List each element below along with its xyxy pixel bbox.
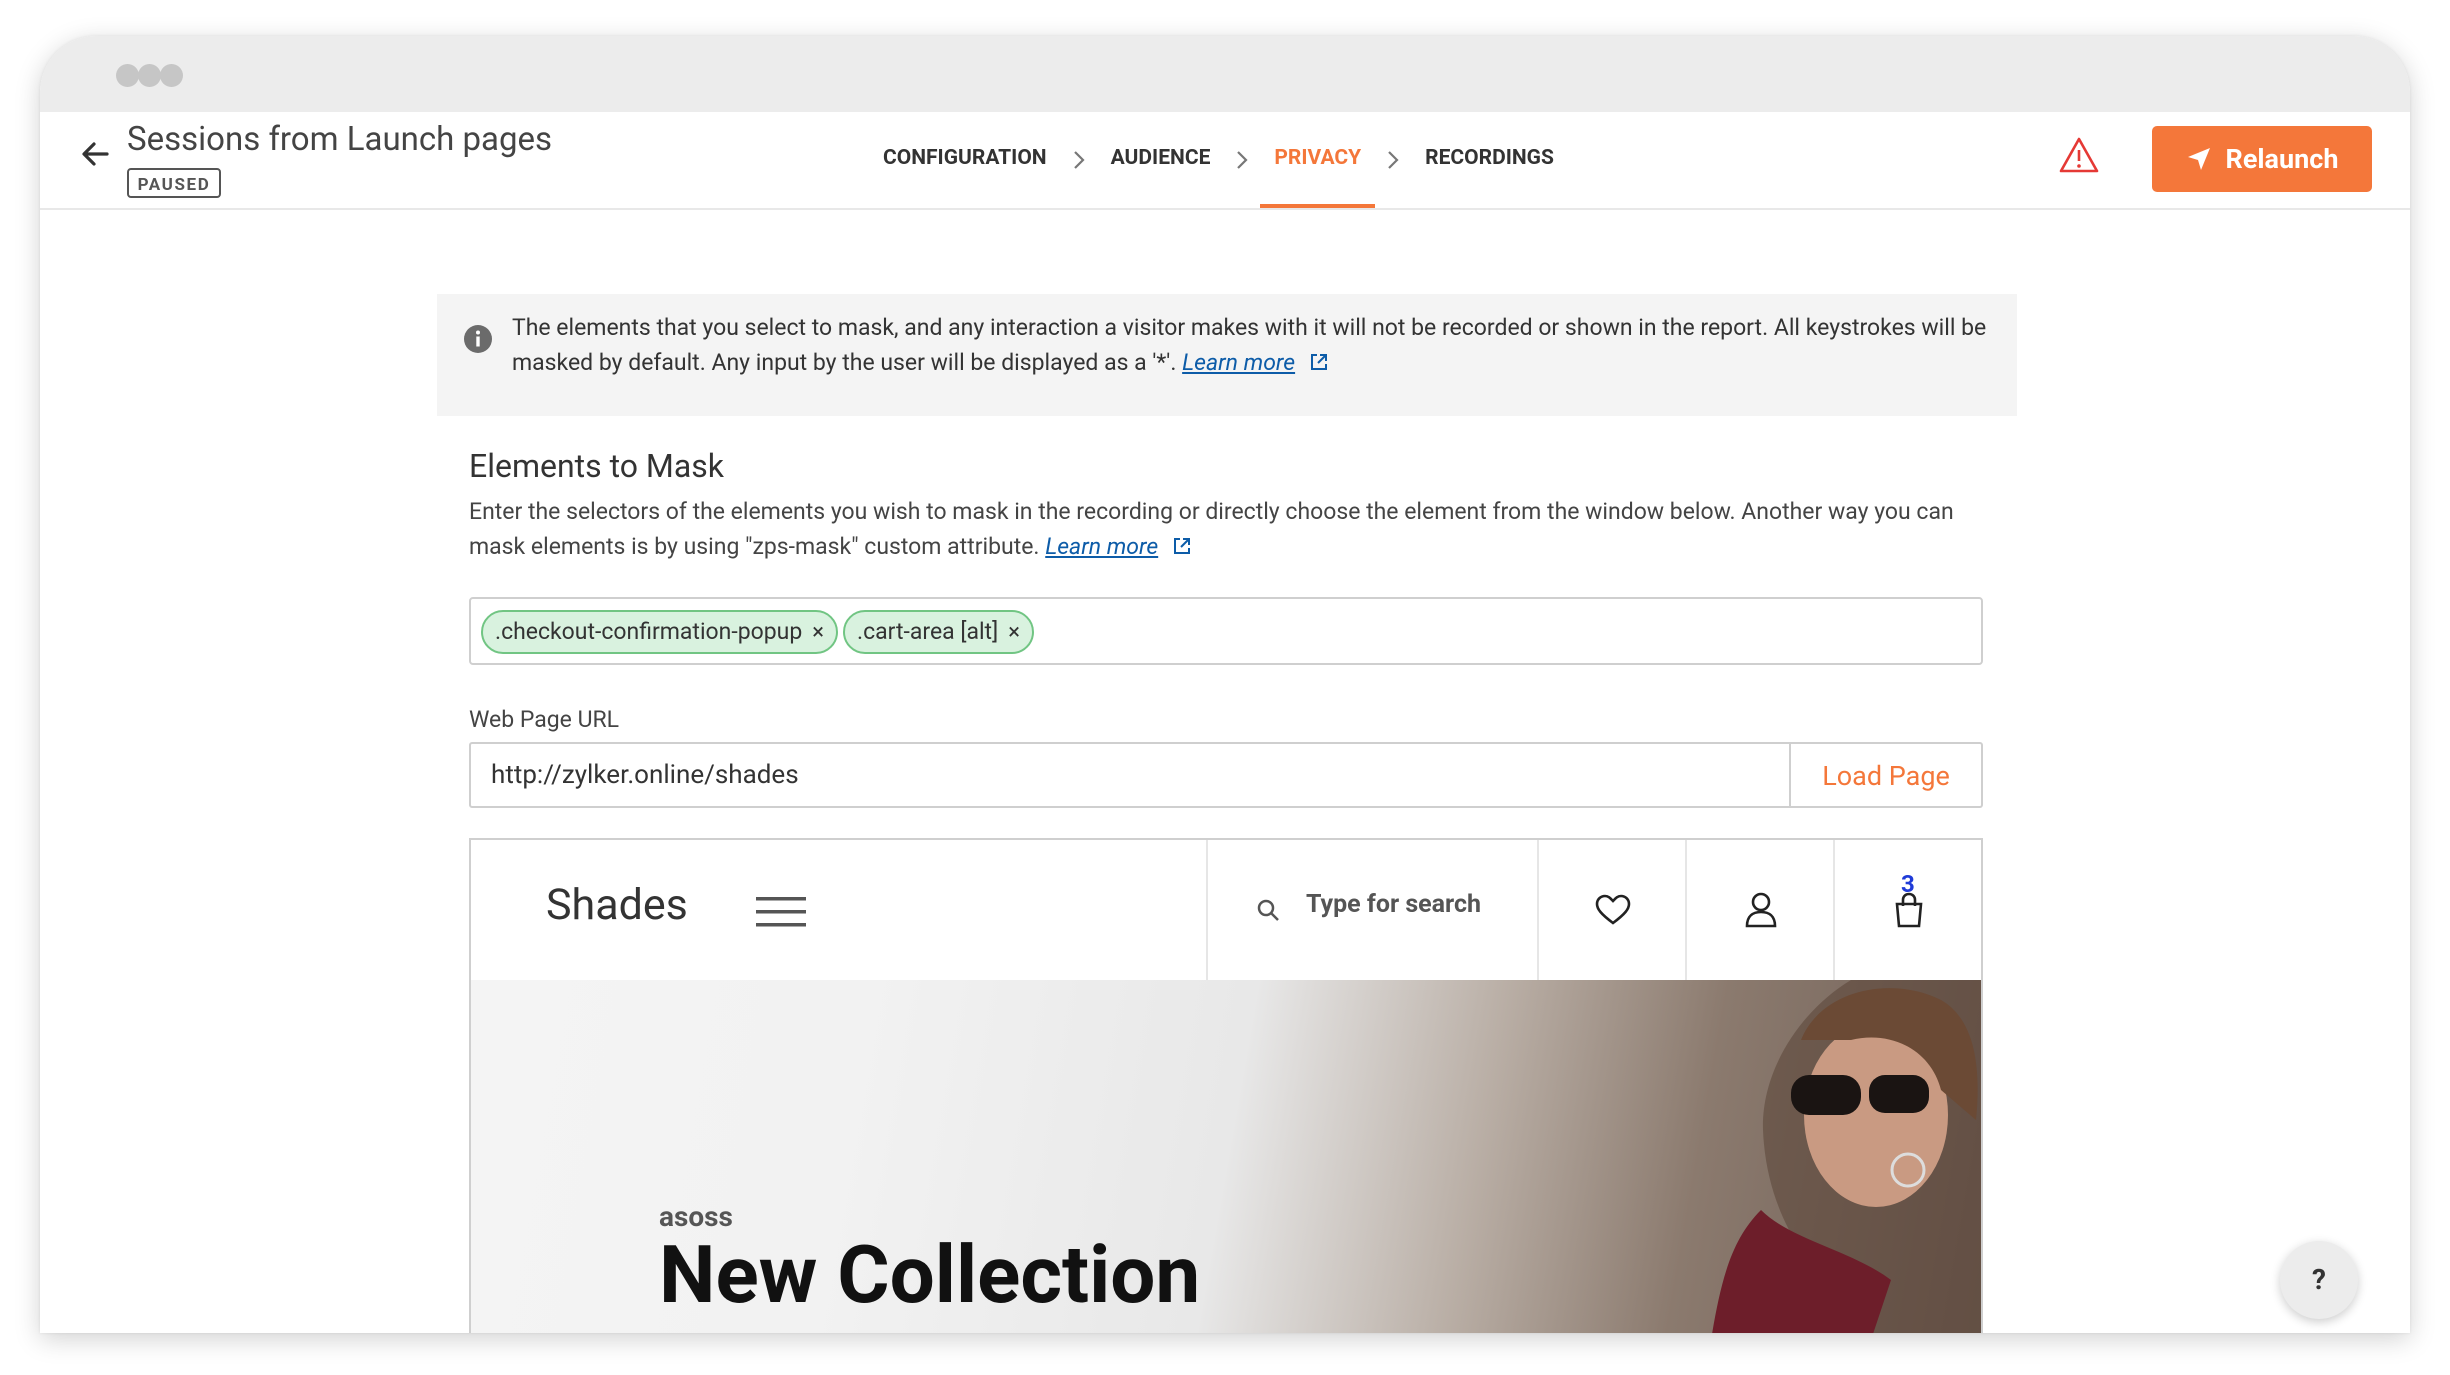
preview-search[interactable]: Type for search xyxy=(1206,840,1538,980)
url-field: http://zylker.online/shades Load Page xyxy=(469,742,1983,808)
info-learn-more-link[interactable]: Learn more xyxy=(1182,349,1295,376)
external-link-icon[interactable] xyxy=(1309,352,1329,372)
selector-tag-label: .cart-area [alt] xyxy=(857,618,999,645)
step-audience[interactable]: AUDIENCE xyxy=(1111,112,1211,208)
remove-tag-icon[interactable]: × xyxy=(812,620,824,645)
wizard-steps: CONFIGURATION AUDIENCE PRIVACY RECORDING… xyxy=(883,112,1554,208)
preview-navbar: Shades Type for search 3 xyxy=(471,840,1981,982)
send-icon xyxy=(2187,148,2210,170)
app-header: Sessions from Launch pages PAUSED CONFIG… xyxy=(40,112,2410,210)
selector-tag-label: .checkout-confirmation-popup xyxy=(495,618,803,645)
section-description-text: Enter the selectors of the elements you … xyxy=(469,498,1954,560)
section-title: Elements to Mask xyxy=(469,447,724,485)
cart-count-badge: 3 xyxy=(1901,870,1915,898)
preview-brand[interactable]: Shades xyxy=(546,880,688,930)
preview-hero: asoss New Collection xyxy=(471,980,1981,1333)
info-banner: The elements that you select to mask, an… xyxy=(437,294,2017,416)
hamburger-icon[interactable] xyxy=(756,895,806,929)
load-page-button[interactable]: Load Page xyxy=(1791,744,1981,808)
search-icon xyxy=(1257,899,1279,921)
remove-tag-icon[interactable]: × xyxy=(1008,620,1020,645)
window-dot-maximize[interactable] xyxy=(160,64,183,87)
relaunch-button[interactable]: Relaunch xyxy=(2152,126,2372,192)
external-link-icon[interactable] xyxy=(1172,536,1192,556)
mask-learn-more-link[interactable]: Learn more xyxy=(1045,533,1158,560)
page-title: Sessions from Launch pages xyxy=(127,120,553,159)
chevron-right-icon xyxy=(1073,151,1085,169)
app-window: Sessions from Launch pages PAUSED CONFIG… xyxy=(40,36,2410,1333)
step-privacy[interactable]: PRIVACY xyxy=(1260,112,1375,208)
heart-icon xyxy=(1595,894,1630,925)
user-icon xyxy=(1745,892,1776,928)
step-recordings[interactable]: RECORDINGS xyxy=(1425,112,1554,208)
window-titlebar xyxy=(40,36,2410,112)
help-button[interactable]: ? xyxy=(2280,1241,2358,1319)
back-arrow-icon[interactable] xyxy=(76,134,116,174)
preview-account[interactable] xyxy=(1685,840,1834,980)
window-dot-close[interactable] xyxy=(116,64,139,87)
step-configuration[interactable]: CONFIGURATION xyxy=(883,112,1047,208)
info-text: The elements that you select to mask, an… xyxy=(512,310,1992,380)
page-preview-frame[interactable]: Shades Type for search 3 asoss New Colle… xyxy=(469,838,1983,1333)
status-badge: PAUSED xyxy=(127,168,221,198)
info-icon xyxy=(464,325,492,353)
hero-title: New Collection xyxy=(659,1228,1201,1322)
chevron-right-icon xyxy=(1388,151,1399,169)
chevron-right-icon xyxy=(1237,151,1248,169)
url-label: Web Page URL xyxy=(469,706,620,733)
selector-tag: .checkout-confirmation-popup × xyxy=(481,610,839,654)
section-description: Enter the selectors of the elements you … xyxy=(469,494,1989,564)
window-dot-minimize[interactable] xyxy=(138,64,161,87)
warning-icon[interactable] xyxy=(2058,136,2100,174)
selector-tag: .cart-area [alt] × xyxy=(843,610,1034,654)
preview-wishlist[interactable] xyxy=(1537,840,1686,980)
search-placeholder: Type for search xyxy=(1306,890,1481,919)
preview-cart[interactable]: 3 xyxy=(1833,840,1981,980)
url-input[interactable]: http://zylker.online/shades xyxy=(491,744,799,806)
relaunch-label: Relaunch xyxy=(2225,143,2339,175)
selector-tags-input[interactable]: .checkout-confirmation-popup × .cart-area… xyxy=(469,597,1983,665)
